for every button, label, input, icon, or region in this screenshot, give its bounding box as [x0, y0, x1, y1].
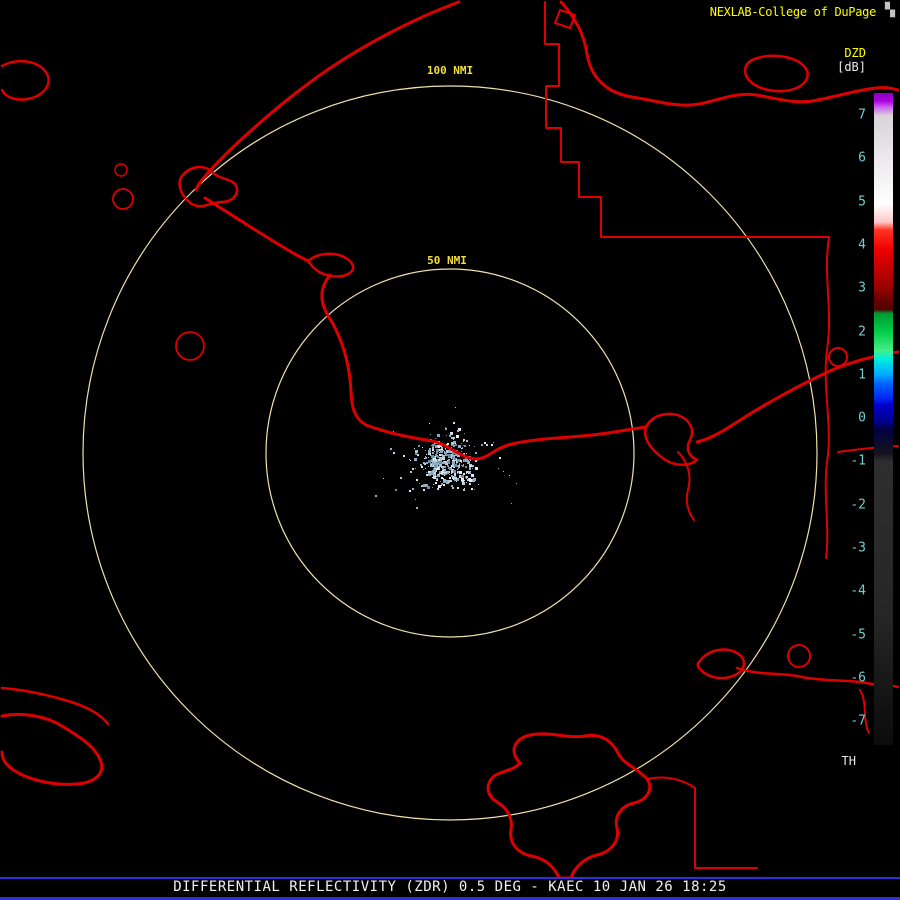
- colorbar-threshold-label: TH: [842, 754, 856, 768]
- map-boundary: [647, 777, 757, 868]
- range-ring-outer: [83, 86, 817, 820]
- map-boundary: [2, 688, 108, 724]
- map-boundary: [545, 2, 829, 237]
- map-boundary: [697, 352, 898, 442]
- map-overlay: [0, 0, 900, 900]
- map-boundary: [645, 414, 697, 465]
- map-boundary: [2, 714, 102, 784]
- range-ring-label-100nmi: 100 NMI: [424, 64, 476, 77]
- colorbar-product-label: DZD: [844, 46, 866, 60]
- map-boundary: [488, 734, 650, 878]
- map-boundary: [205, 198, 308, 261]
- range-ring-inner: [266, 269, 634, 637]
- map-boundary: [826, 237, 829, 558]
- app-title: NEXLAB-College of DuPage: [710, 5, 876, 19]
- map-boundary: [196, 2, 459, 190]
- radar-display: 100 NMI 50 NMI NEXLAB-College of DuPage …: [0, 0, 900, 900]
- status-bar: DIFFERENTIAL REFLECTIVITY (ZDR) 0.5 DEG …: [0, 877, 900, 900]
- map-circle-feature: [788, 645, 810, 667]
- map-boundary: [698, 650, 744, 679]
- map-boundary: [322, 275, 646, 459]
- map-boundary: [2, 61, 49, 99]
- map-circle-feature: [115, 164, 127, 176]
- map-circle-feature: [829, 348, 847, 366]
- map-circle-feature: [113, 189, 133, 209]
- map-boundary: [555, 10, 575, 28]
- colorbar-scale: [874, 93, 893, 745]
- map-boundary: [745, 56, 808, 91]
- status-text: DIFFERENTIAL REFLECTIVITY (ZDR) 0.5 DEG …: [173, 879, 727, 895]
- map-boundary: [308, 254, 353, 277]
- map-circle-feature: [176, 332, 204, 360]
- range-ring-label-50nmi: 50 NMI: [424, 254, 470, 267]
- cod-logo-icon: ▚: [885, 3, 895, 18]
- map-boundary: [860, 690, 869, 733]
- colorbar-units-label: [dB]: [837, 60, 866, 74]
